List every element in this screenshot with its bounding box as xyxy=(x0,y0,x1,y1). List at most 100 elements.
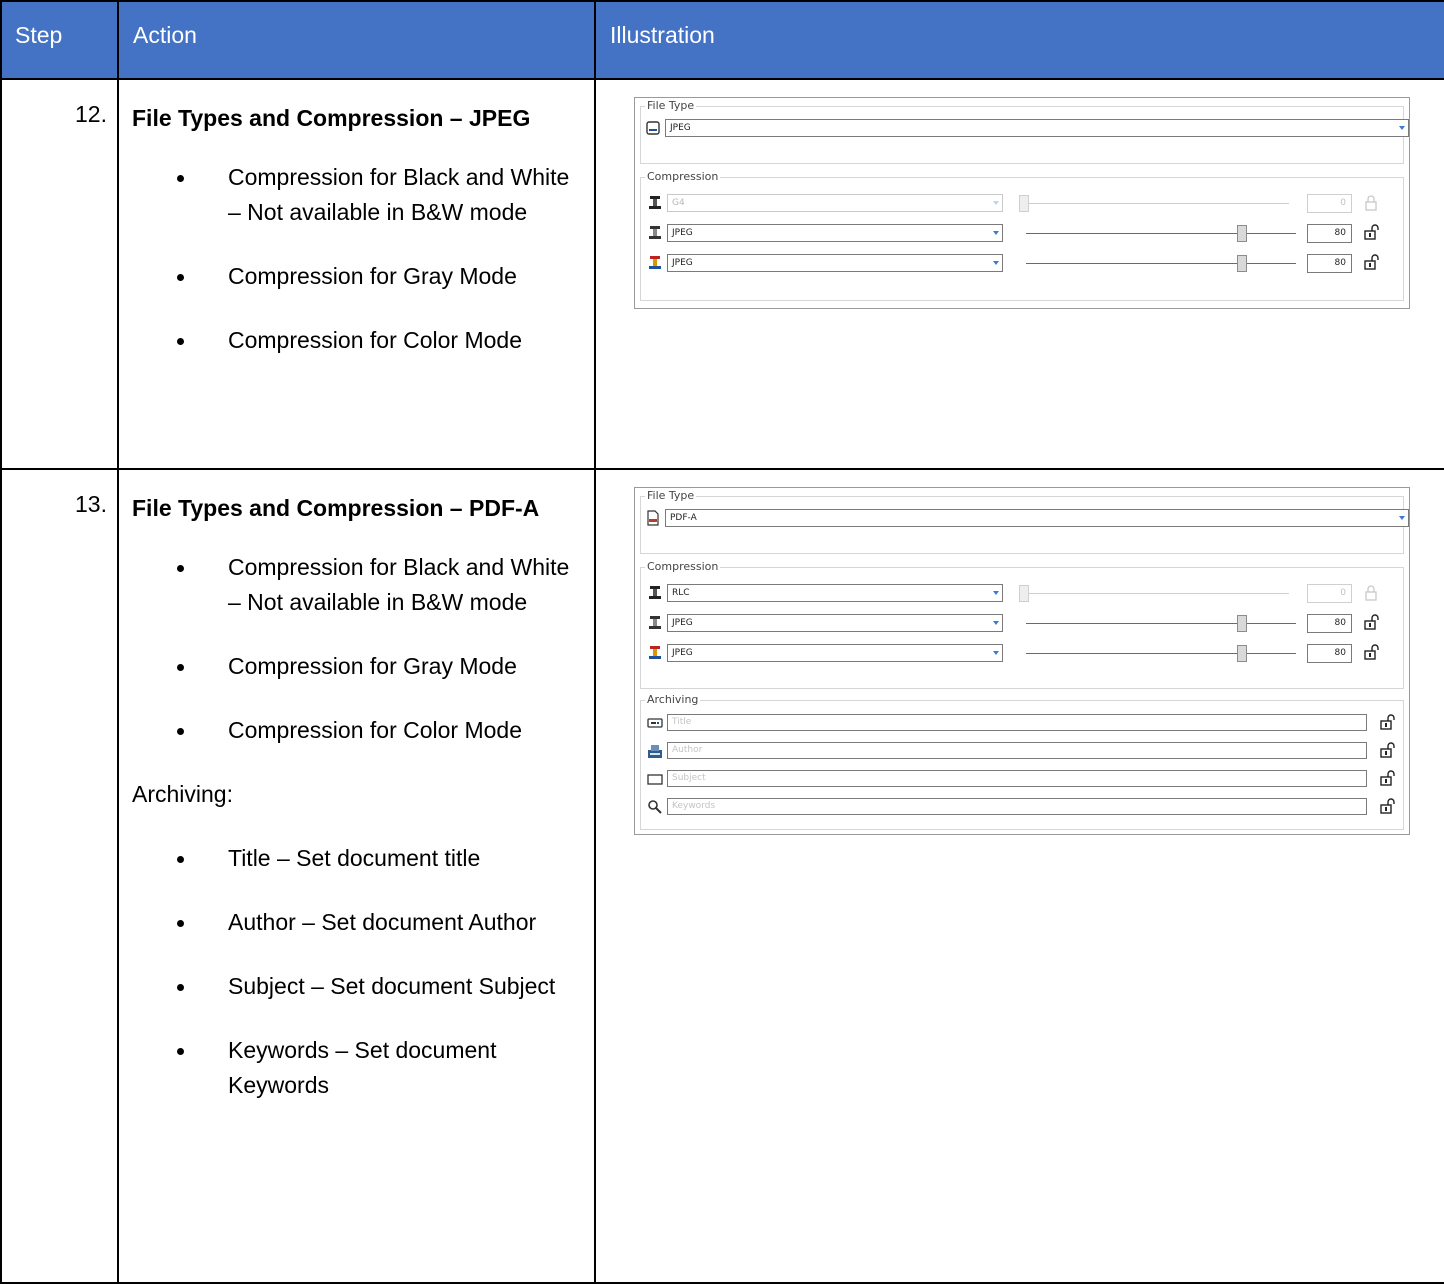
gray-quality-input[interactable]: 80 xyxy=(1307,224,1352,243)
subject-input[interactable]: Subject xyxy=(667,770,1367,787)
color-quality-input[interactable]: 80 xyxy=(1307,254,1352,273)
file-type-group: File Type JPEG xyxy=(640,99,1409,164)
unlock-icon[interactable] xyxy=(1379,742,1395,758)
author-input[interactable]: Author xyxy=(667,742,1367,759)
table-row: 12. File Types and Compression – JPEG Co… xyxy=(0,78,1444,470)
color-codec-select[interactable]: JPEG xyxy=(667,254,1003,272)
unlock-icon[interactable] xyxy=(1379,714,1395,730)
file-type-icon xyxy=(646,121,660,135)
title-input[interactable]: Title xyxy=(667,714,1367,731)
action-title: File Types and Compression – PDF-A xyxy=(132,495,540,521)
codec-value: JPEG xyxy=(672,618,693,628)
file-type-select[interactable]: JPEG xyxy=(665,119,1409,137)
color-quality-slider[interactable] xyxy=(1237,645,1247,662)
unlock-icon[interactable] xyxy=(1379,798,1395,814)
list-item: Keywords – Set document Keywords xyxy=(132,1033,582,1103)
bw-quality-track xyxy=(1019,593,1289,594)
list-item: Compression for Gray Mode xyxy=(132,259,582,294)
chevron-down-icon xyxy=(993,231,999,235)
lock-icon[interactable] xyxy=(1363,195,1379,211)
bw-codec-select[interactable]: RLC xyxy=(667,584,1003,602)
list-item: Compression for Color Mode xyxy=(132,323,582,358)
color-quality-input[interactable]: 80 xyxy=(1307,644,1352,663)
bw-compression-icon xyxy=(649,196,661,209)
chevron-down-icon xyxy=(1399,516,1405,520)
gray-codec-select[interactable]: JPEG xyxy=(667,614,1003,632)
file-type-group: File Type PDF-A xyxy=(640,489,1409,554)
table-header-row: Step Action Illustration xyxy=(0,0,1444,80)
lock-icon[interactable] xyxy=(1363,585,1379,601)
settings-panel: File Type PDF-A Compression RLC 0 JPEG 8… xyxy=(634,487,1410,835)
header-step: Step xyxy=(0,0,119,80)
step-number: 12. xyxy=(0,78,119,470)
gray-quality-slider[interactable] xyxy=(1237,615,1247,632)
gray-quality-track xyxy=(1026,623,1296,624)
codec-value: JPEG xyxy=(672,258,693,268)
unlock-icon[interactable] xyxy=(1379,770,1395,786)
color-quality-track xyxy=(1026,263,1296,264)
bw-codec-select[interactable]: G4 xyxy=(667,194,1003,212)
action-cell: File Types and Compression – JPEG Compre… xyxy=(117,78,596,470)
unlock-icon[interactable] xyxy=(1363,614,1379,630)
archiving-bullet-list: Title – Set document title Author – Set … xyxy=(132,841,582,1103)
unlock-icon[interactable] xyxy=(1363,254,1379,270)
bw-compression-icon xyxy=(649,586,661,599)
gray-quality-input[interactable]: 80 xyxy=(1307,614,1352,633)
group-label: File Type xyxy=(645,99,697,112)
file-type-value: JPEG xyxy=(670,123,691,133)
gray-compression-icon xyxy=(649,616,661,629)
chevron-down-icon xyxy=(993,651,999,655)
chevron-down-icon xyxy=(993,201,999,205)
header-action: Action xyxy=(117,0,596,80)
action-cell: File Types and Compression – PDF-A Compr… xyxy=(117,468,596,1284)
list-item: Title – Set document title xyxy=(132,841,582,876)
list-item: Compression for Color Mode xyxy=(132,713,582,748)
color-compression-icon xyxy=(649,646,661,659)
illustration-cell: File Type PDF-A Compression RLC 0 JPEG 8… xyxy=(594,468,1444,1284)
list-item: Compression for Black and White – Not av… xyxy=(132,160,582,230)
group-label: Compression xyxy=(645,560,721,573)
illustration-cell: File Type JPEG Compression G4 0 JPEG 80 … xyxy=(594,78,1444,470)
pdf-file-icon xyxy=(647,510,659,526)
gray-quality-track xyxy=(1026,233,1296,234)
list-item: Subject – Set document Subject xyxy=(132,969,582,1004)
group-label: Archiving xyxy=(645,693,701,706)
chevron-down-icon xyxy=(1399,126,1405,130)
codec-value: RLC xyxy=(672,588,690,598)
codec-value: JPEG xyxy=(672,648,693,658)
color-codec-select[interactable]: JPEG xyxy=(667,644,1003,662)
chevron-down-icon xyxy=(993,591,999,595)
color-quality-track xyxy=(1026,653,1296,654)
file-type-select[interactable]: PDF-A xyxy=(665,509,1409,527)
archiving-group: Archiving Title Author Subject Keywords xyxy=(640,693,1404,830)
list-item: Compression for Gray Mode xyxy=(132,649,582,684)
bw-quality-input[interactable]: 0 xyxy=(1307,194,1352,213)
color-compression-icon xyxy=(649,256,661,269)
keywords-input[interactable]: Keywords xyxy=(667,798,1367,815)
list-item: Compression for Black and White – Not av… xyxy=(132,550,582,620)
bw-quality-slider[interactable] xyxy=(1019,195,1029,212)
settings-panel: File Type JPEG Compression G4 0 JPEG 80 … xyxy=(634,97,1410,309)
archiving-heading: Archiving: xyxy=(132,781,233,807)
subject-icon xyxy=(647,774,663,785)
bw-quality-track xyxy=(1019,203,1289,204)
step-number: 13. xyxy=(0,468,119,1284)
group-label: File Type xyxy=(645,489,697,502)
chevron-down-icon xyxy=(993,261,999,265)
gray-codec-select[interactable]: JPEG xyxy=(667,224,1003,242)
list-item: Author – Set document Author xyxy=(132,905,582,940)
unlock-icon[interactable] xyxy=(1363,224,1379,240)
file-type-value: PDF-A xyxy=(670,513,697,523)
unlock-icon[interactable] xyxy=(1363,644,1379,660)
compression-group: Compression RLC 0 JPEG 80 JPEG 80 xyxy=(640,560,1404,689)
color-quality-slider[interactable] xyxy=(1237,255,1247,272)
gray-compression-icon xyxy=(649,226,661,239)
keywords-icon xyxy=(648,800,662,814)
bw-quality-input[interactable]: 0 xyxy=(1307,584,1352,603)
bw-quality-slider[interactable] xyxy=(1019,585,1029,602)
author-icon xyxy=(648,745,662,758)
bullet-list: Compression for Black and White – Not av… xyxy=(132,160,582,358)
header-illustration: Illustration xyxy=(594,0,1444,80)
gray-quality-slider[interactable] xyxy=(1237,225,1247,242)
procedure-table: Step Action Illustration 12. File Types … xyxy=(0,0,1444,1284)
